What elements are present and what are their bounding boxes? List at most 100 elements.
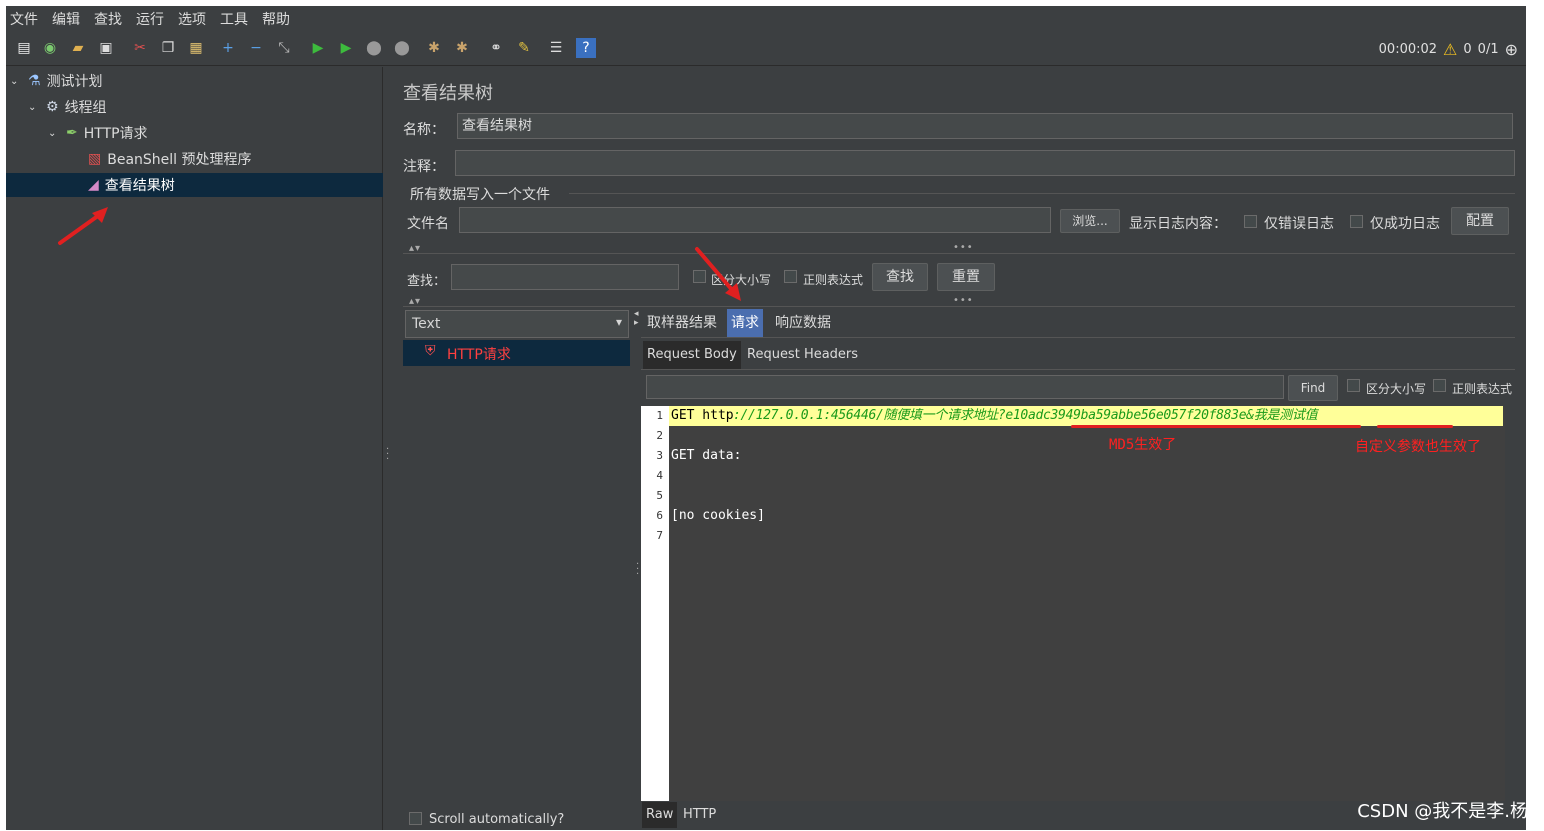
regex-label: 正则表达式 [803,273,864,287]
shutdown-icon[interactable]: ⬤ [392,38,412,58]
chevron-down-icon[interactable]: ⌄ [28,102,42,113]
cut-icon[interactable]: ✂ [130,38,150,58]
menu-tools[interactable]: 工具 [220,9,248,29]
start-no-pause-icon[interactable]: ▶ [336,38,356,58]
chevron-down-icon[interactable]: ⌄ [48,128,62,139]
search-icon[interactable]: ⚭ [486,38,506,58]
filename-label: 文件名 [407,216,449,232]
split-handle[interactable]: ••• [953,242,974,253]
watermark: CSDN @我不是李.杨 [1357,801,1528,822]
annotation-arrow [58,207,108,245]
splitter-handle[interactable]: · · · [383,67,393,830]
menu-file[interactable]: 文件 [10,9,38,29]
result-item[interactable]: ⛨ HTTP请求 [403,340,630,366]
expand-icon[interactable]: + [218,38,238,58]
regex-checkbox[interactable] [784,270,797,283]
find-button[interactable]: 查找 [872,263,928,291]
menu-help[interactable]: 帮助 [262,9,290,29]
function-helper-icon[interactable]: ☰ [546,38,566,58]
chevron-down-icon[interactable]: ⌄ [10,76,24,87]
toolbar: ▤ ◉ ▰ ▣ ✂ ❐ ▦ + − ⤡ ▶ ▶ ⬤ ⬤ ✱ ✱ ⚭ ✎ ☰ ? … [6,32,1526,66]
tree-item-http-request[interactable]: ⌄ ✒ HTTP请求 [6,121,383,145]
renderer-value: Text [412,316,441,332]
tree-item-beanshell[interactable]: ▧ BeanShell 预处理程序 [6,147,383,171]
tab-http[interactable]: HTTP [679,802,720,828]
chart-icon: ◢ [88,177,99,193]
custom-underline [1377,425,1453,428]
code-area: GET data: [no cookies] [669,406,1505,801]
sampler-result-list: Text ▾ ⛨ HTTP请求 Scroll automatically? [403,310,630,830]
divider [641,369,1515,370]
detail-case-checkbox[interactable] [1347,379,1360,392]
code-line-1: GET http ://127.0.0.1:456446/随便填一个请求地址?e… [669,406,1503,426]
menu-run[interactable]: 运行 [136,9,164,29]
subtab-request-body[interactable]: Request Body [643,341,741,369]
tab-request[interactable]: 请求 [727,309,763,337]
help-icon[interactable]: ? [576,38,596,58]
comment-field[interactable] [455,150,1515,176]
custom-annotation: 自定义参数也生效了 [1355,439,1481,455]
split-handle[interactable]: ••• [953,295,974,306]
start-icon[interactable]: ▶ [308,38,328,58]
clear-all-icon[interactable]: ✱ [452,38,472,58]
save-icon[interactable]: ▣ [96,38,116,58]
divider [403,306,1515,307]
menu-bar: 文件 编辑 查找 运行 选项 工具 帮助 [6,6,1526,32]
toggle-icon[interactable]: ⤡ [274,38,294,58]
log-content-label: 显示日志内容： [1129,216,1227,232]
detail-find-button[interactable]: Find [1288,375,1338,401]
gear-icon: ⚙ [46,99,59,115]
detail-find-field[interactable] [646,375,1284,399]
menu-edit[interactable]: 编辑 [52,9,80,29]
tree-label: HTTP请求 [83,126,148,142]
line-number: 6 [656,509,663,522]
configure-button[interactable]: 配置 [1451,207,1509,235]
subtab-request-headers[interactable]: Request Headers [743,341,862,369]
result-label: HTTP请求 [447,347,511,363]
tab-sampler-result[interactable]: 取样器结果 [643,309,721,337]
run-status: 00:00:02 ⚠ 0 0/1 ⊕ [1379,40,1518,59]
tab-raw[interactable]: Raw [642,802,678,828]
divider [403,253,1515,254]
warning-icon[interactable]: ⚠ [1443,40,1457,59]
clear-icon[interactable]: ✱ [424,38,444,58]
search-field[interactable] [451,264,679,290]
new-icon[interactable]: ▤ [14,38,34,58]
open-icon[interactable]: ▰ [68,38,88,58]
pipette-icon: ✒ [66,125,78,141]
remote-icon[interactable]: ⊕ [1505,40,1518,59]
reset-button[interactable]: 重置 [937,263,995,291]
templates-icon[interactable]: ◉ [40,38,60,58]
tree-label: 查看结果树 [104,178,175,194]
tree-item-view-results-tree[interactable]: ◢ 查看结果树 [6,173,383,197]
request-body-view[interactable]: 1 2 3 4 5 6 7 GET data: [no cookies] GET… [641,406,1505,801]
menu-options[interactable]: 选项 [178,9,206,29]
browse-button[interactable]: 浏览... [1060,209,1120,233]
md5-underline [1071,425,1361,428]
copy-icon[interactable]: ❐ [158,38,178,58]
stop-icon[interactable]: ⬤ [364,38,384,58]
detail-regex-checkbox[interactable] [1433,379,1446,392]
name-field[interactable]: 查看结果树 [457,113,1513,139]
jmeter-window: 文件 编辑 查找 运行 选项 工具 帮助 ▤ ◉ ▰ ▣ ✂ ❐ ▦ + − ⤡… [6,6,1526,830]
collapse-arrows[interactable]: ◂ ▸ [634,310,639,328]
tree-item-test-plan[interactable]: ⌄ ⚗ 测试计划 [6,69,383,93]
menu-search[interactable]: 查找 [94,9,122,29]
reset-search-icon[interactable]: ✎ [514,38,534,58]
timer-text: 00:00:02 [1378,42,1438,57]
scroll-auto-checkbox[interactable] [409,812,422,825]
tab-response-data[interactable]: 响应数据 [771,309,835,337]
flask-icon: ⚗ [28,73,41,89]
renderer-select[interactable]: Text ▾ [405,310,629,338]
test-plan-tree: ⌄ ⚗ 测试计划 ⌄ ⚙ 线程组 ⌄ ✒ HTTP请求 ▧ BeanShell … [6,67,383,830]
split-handle[interactable]: · · · [636,560,639,580]
errors-only-checkbox[interactable] [1244,215,1257,228]
code-line-3: GET data: [671,448,742,463]
success-only-checkbox[interactable] [1350,215,1363,228]
paste-icon[interactable]: ▦ [186,38,206,58]
collapse-icon[interactable]: − [246,38,266,58]
annotation-arrow [695,247,741,301]
errors-only-label: 仅错误日志 [1264,216,1334,232]
tree-item-thread-group[interactable]: ⌄ ⚙ 线程组 [6,95,383,119]
filename-field[interactable] [459,207,1051,233]
